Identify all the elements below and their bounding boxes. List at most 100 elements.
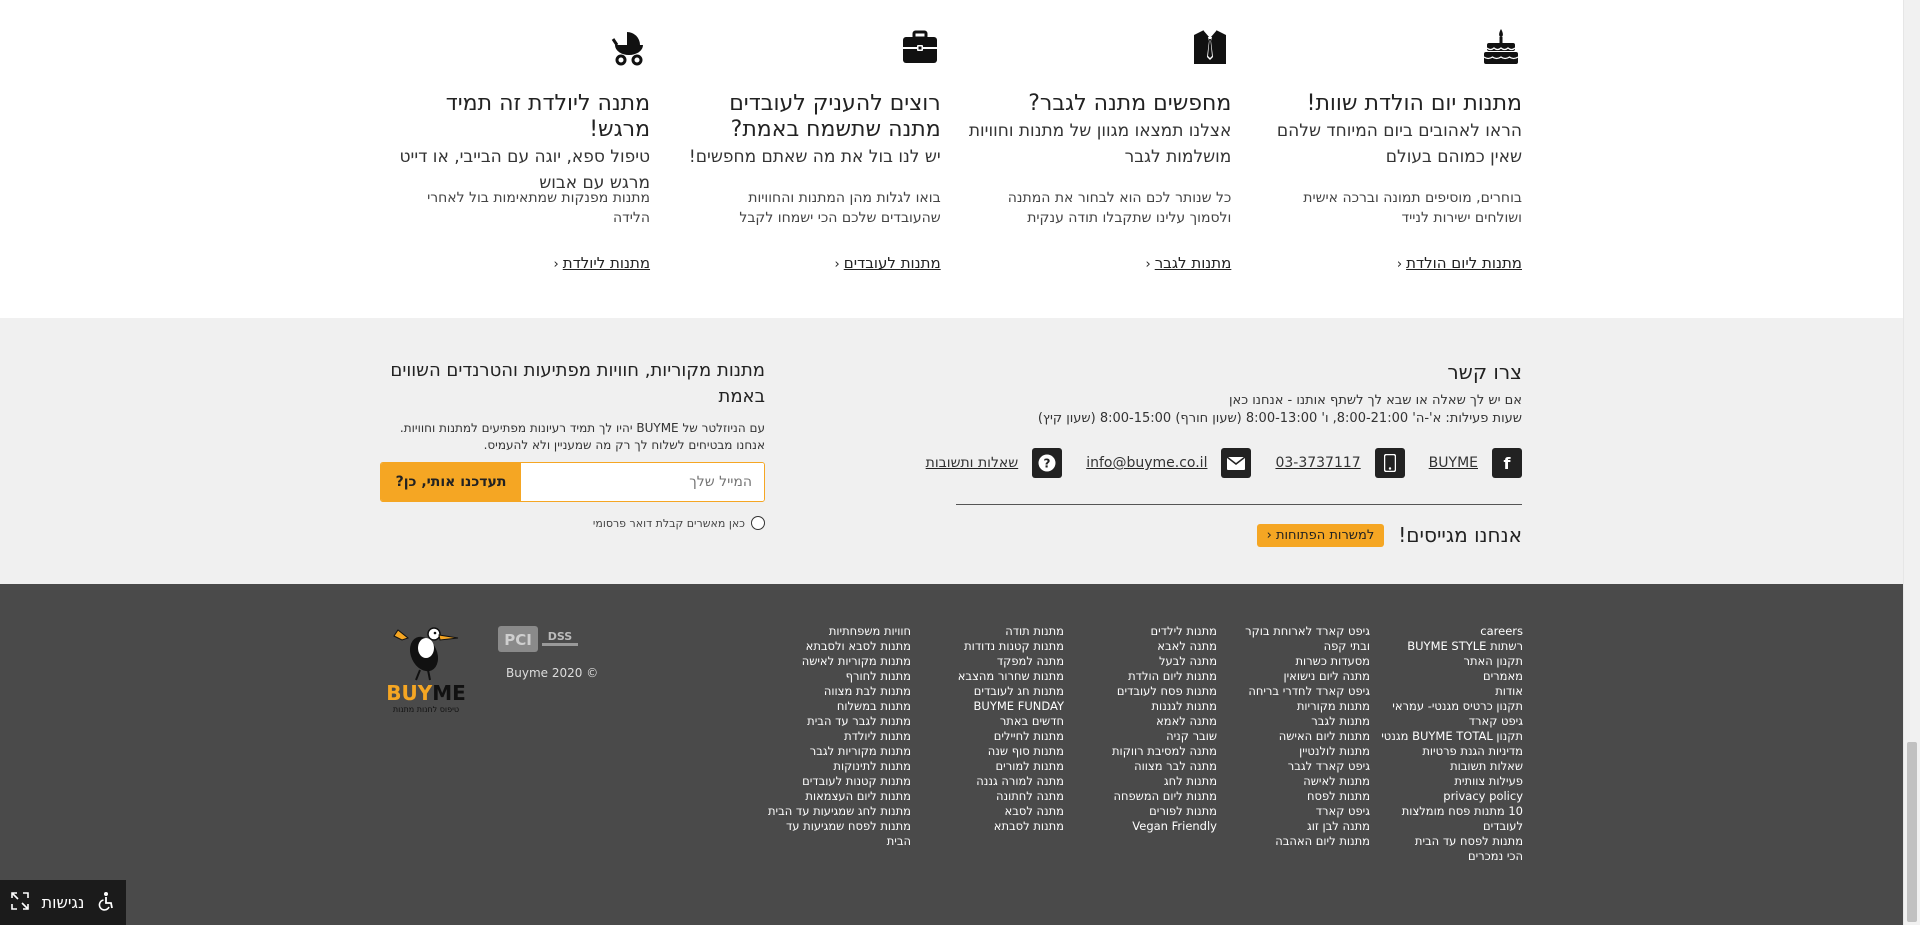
footer-link[interactable]: מתנה ליום נישואין (1227, 669, 1370, 684)
footer-link[interactable]: גיפט קארד (1380, 714, 1523, 729)
footer-link[interactable]: מתנות לפסח שמגיעות עד הבית (768, 819, 911, 849)
footer-link[interactable]: גיפט קארד לחדרי בריחה (1227, 684, 1370, 699)
footer-link[interactable]: רשתות BUYME STYLE (1380, 639, 1523, 654)
contact-hours: שעות פעילות: א'-ה' 8:00-21:00, ו' 8:00-1… (1037, 411, 1522, 426)
men-gifts-link[interactable]: מתנות לגבר‹ (1146, 254, 1232, 272)
footer-link[interactable]: מתנות מקוריות לגבר (768, 744, 911, 759)
footer-link[interactable]: BUYME FUNDAY (921, 699, 1064, 714)
footer-link[interactable]: מתנות ליום האישה (1227, 729, 1370, 744)
footer-link[interactable]: מתנות ליום האהבה (1227, 834, 1370, 849)
birthday-gifts-link[interactable]: מתנות ליום הולדת‹ (1397, 254, 1522, 272)
footer-link[interactable]: גיפט קארד לגבר (1227, 759, 1370, 774)
accessibility-button[interactable]: נגישות (0, 880, 126, 925)
footer-link[interactable]: מתנות מקוריות (1227, 699, 1370, 714)
chevron-left-icon: ‹ (1396, 257, 1403, 272)
buyme-logo[interactable]: BUYME טיפוס לחנות מתנות (380, 618, 480, 718)
footer-link[interactable]: privacy policy (1380, 789, 1523, 804)
footer-link[interactable]: מתנות לפסח עד הבית (1380, 834, 1523, 849)
footer-link[interactable]: מתנות לולנטיין (1227, 744, 1370, 759)
footer-link[interactable]: מתנות לחורף (768, 669, 911, 684)
footer-link[interactable]: מתנות חג לעובדים (921, 684, 1064, 699)
footer-link[interactable]: 10 מתנות פסח מומלצות לעובדים (1380, 804, 1523, 834)
marketing-consent[interactable]: כאן מאשרים קבלת דואר פרסומי (380, 516, 765, 530)
footer-link[interactable]: פעילות צוותית (1380, 774, 1523, 789)
footer-link[interactable]: מתנות ליום הולדת (1074, 669, 1217, 684)
newsletter-submit-button[interactable]: תעדכנו אותי, כן? (381, 463, 521, 501)
footer-link[interactable]: אודות (1380, 684, 1523, 699)
footer-link[interactable]: מתנה לאמא (1074, 714, 1217, 729)
footer-link[interactable]: Vegan Friendly (1074, 819, 1217, 834)
footer-link[interactable]: מתנות במשלוח (768, 699, 911, 714)
footer-link[interactable]: מתנה לאבא (1074, 639, 1217, 654)
footer-link[interactable]: מתנה למפקד (921, 654, 1064, 669)
footer-link[interactable]: מתנה לסבא (921, 804, 1064, 819)
open-jobs-button[interactable]: למשרות הפתוחות ‹ (1256, 523, 1385, 547)
accessibility-label: נגישות (41, 893, 85, 912)
footer-link[interactable]: מתנות לתינוקות (768, 759, 911, 774)
footer-link[interactable]: מתנות מקוריות לאישה (768, 654, 911, 669)
footer-link[interactable]: מתנות ליום המשפחה (1074, 789, 1217, 804)
feature-new-mom: מתנה ליולדת זה תמיד מרגש! טיפול ספא, יוג… (380, 0, 650, 318)
feature-title: מתנות יום הולדת שוות! הראו לאהובים ביום … (1276, 91, 1522, 167)
recruiting-row: אנחנו מגייסים! למשרות הפתוחות ‹ (956, 523, 1522, 547)
footer-column-1: careers רשתות BUYME STYLE תקנון האתר מאמרים… (1370, 624, 1523, 864)
footer-link[interactable]: מתנות קטנות נדודות (921, 639, 1064, 654)
contact-section: צרו קשר אם יש לך שאלה או שבא לך לשתף אות… (926, 360, 1522, 547)
footer-link[interactable]: מאמרים (1380, 669, 1523, 684)
footer-link[interactable]: מתנות לגבר (1227, 714, 1370, 729)
footer-link[interactable]: מתנות לגבר עד הבית (768, 714, 911, 729)
footer-link[interactable]: מתנות לפסח (1227, 789, 1370, 804)
footer-link[interactable]: מתנות שחרור מהצבא (921, 669, 1064, 684)
scrollbar-thumb[interactable] (1907, 742, 1917, 922)
footer-link[interactable]: חדשים באתר (921, 714, 1064, 729)
footer-link[interactable]: ובתי קפה (1227, 639, 1370, 654)
footer-link[interactable]: תקנון האתר (1380, 654, 1524, 669)
footer-link[interactable]: מתנה למורה גננה (921, 774, 1064, 789)
footer-link[interactable]: גיפט קארד לארוחת בוקר (1227, 624, 1370, 639)
feature-subtitle: טיפול ספא, יוגה עם הבייבי, או דייט מרגש … (399, 147, 651, 193)
phone-link[interactable]: 03-3737117 (1275, 448, 1405, 478)
footer-link[interactable]: מתנות לחיילים (921, 729, 1064, 744)
shirt-tie-icon (1189, 26, 1231, 68)
footer-link[interactable]: מתנות לגננות (1074, 699, 1218, 714)
facebook-link[interactable]: f BUYME (1429, 448, 1522, 478)
footer-link[interactable]: מתנות לסבא ולסבתא (768, 639, 911, 654)
footer-link[interactable]: מדיניות הגנת פרטיות (1380, 744, 1523, 759)
footer-link[interactable]: מתנה לחתונה (921, 789, 1064, 804)
footer-link[interactable]: מתנות פסח לעובדים (1074, 684, 1217, 699)
footer-link[interactable]: מתנות לסבתא (921, 819, 1064, 834)
new-mom-gifts-link[interactable]: מתנות ליולדת‹ (554, 254, 651, 272)
footer-link[interactable]: הכי נמכרים (1380, 849, 1523, 864)
footer-link[interactable]: שובר קניה (1074, 729, 1217, 744)
footer-link[interactable]: מתנות תודה (921, 624, 1064, 639)
footer-link[interactable]: תקנון כרטיס מגנטי- עמראי (1380, 699, 1523, 714)
footer-link[interactable]: מסעדות כשרות (1227, 654, 1370, 669)
page-scrollbar[interactable] (1903, 0, 1920, 925)
footer-link[interactable]: מתנה למסיבת רווקות (1074, 744, 1217, 759)
footer-link[interactable]: גיפט קארד (1227, 804, 1370, 819)
footer-link[interactable]: מתנות לבת מצווה (768, 684, 911, 699)
footer-link[interactable]: מתנות לילדים (1074, 624, 1217, 639)
footer-link[interactable]: מתנות קטנות לעובדים (768, 774, 911, 789)
footer-link[interactable]: תקנון BUYME TOTAL מגנטי (1380, 729, 1523, 744)
newsletter-email-input[interactable] (521, 463, 764, 501)
footer-link[interactable]: מתנה לבר מצווה (1074, 759, 1217, 774)
footer-link[interactable]: מתנה לבעל (1074, 654, 1217, 669)
footer-link[interactable]: careers (1380, 624, 1523, 639)
footer-link[interactable]: מתנות לאישה (1227, 774, 1370, 789)
footer-link[interactable]: חוויות משפחתיות (768, 624, 911, 639)
footer-link[interactable]: שאלות תשובות (1380, 759, 1523, 774)
employee-gifts-link[interactable]: מתנות לעובדים‹ (835, 254, 941, 272)
footer-link[interactable]: מתנות לחג שמגיעות עד הבית (768, 804, 911, 819)
footer-link[interactable]: מתנות סוף שנה (921, 744, 1064, 759)
footer-link[interactable]: מתנה לבן זוג (1227, 819, 1370, 834)
footer-link[interactable]: מתנות למורים (921, 759, 1065, 774)
footer-link[interactable]: מתנות לחג (1074, 774, 1217, 789)
footer-link[interactable]: מתנות ליולדת (768, 729, 911, 744)
footer-link[interactable]: מתנות לפורים (1074, 804, 1217, 819)
consent-radio[interactable] (751, 516, 765, 530)
footer: careers רשתות BUYME STYLE תקנון האתר מאמרים… (0, 584, 1903, 925)
footer-link[interactable]: מתנות ליום העצמאות (768, 789, 911, 804)
faq-link[interactable]: ? שאלות ותשובות (926, 448, 1063, 478)
email-link[interactable]: info@buyme.co.il (1086, 448, 1252, 478)
